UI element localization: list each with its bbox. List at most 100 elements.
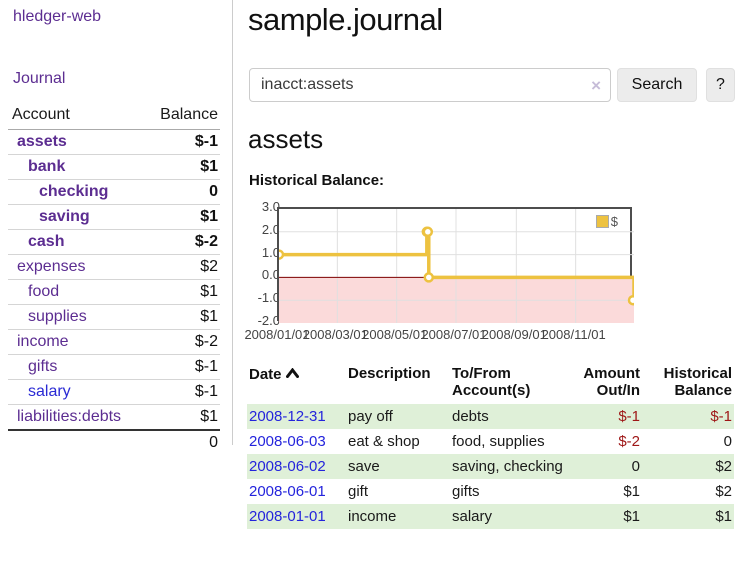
accounts-table-body: assets$-1bank$1checking0saving$1cash$-2e… xyxy=(8,130,220,456)
transaction-date-link[interactable]: 2008-06-02 xyxy=(249,458,326,475)
transaction-balance: $2 xyxy=(642,479,734,504)
account-balance: $1 xyxy=(144,405,221,431)
sidebar-account-row: assets $-1 xyxy=(8,130,220,155)
transaction-accounts: saving, checking xyxy=(450,454,566,479)
transaction-balance: $-1 xyxy=(642,404,734,429)
transaction-accounts: salary xyxy=(450,504,566,529)
legend-swatch-icon xyxy=(596,215,609,228)
sort-asc-icon xyxy=(286,365,299,382)
transaction-description: eat & shop xyxy=(346,429,450,454)
transaction-description: pay off xyxy=(346,404,450,429)
register-table: Date Description To/From Account(s) Amou… xyxy=(247,363,734,529)
sidebar-account-row: income $-2 xyxy=(8,330,220,355)
transaction-amount: $1 xyxy=(566,479,642,504)
transaction-amount: $1 xyxy=(566,504,642,529)
transaction-date-link[interactable]: 2008-01-01 xyxy=(249,508,326,525)
y-tick-label: 2.0 xyxy=(240,222,280,237)
register-row: 2008-06-02 savesaving, checking0$2 xyxy=(247,454,734,479)
register-header-description: Description xyxy=(346,363,450,404)
register-header-accounts: To/From Account(s) xyxy=(450,363,566,404)
sidebar-account-link[interactable]: liabilities:debts xyxy=(17,408,121,425)
register-header-amount: Amount Out/In xyxy=(566,363,642,404)
transaction-description: income xyxy=(346,504,450,529)
transaction-balance: 0 xyxy=(642,429,734,454)
search-box: × xyxy=(249,68,611,102)
chart-legend: $ xyxy=(596,214,618,229)
chart-title: Historical Balance: xyxy=(249,172,384,189)
register-table-body: 2008-12-31pay offdebts$-1$-12008-06-03ea… xyxy=(247,404,734,529)
search-form: × Search ? xyxy=(248,68,734,102)
transaction-date-link[interactable]: 2008-06-01 xyxy=(249,483,326,500)
y-tick-label: -1.0 xyxy=(240,290,280,305)
sidebar-account-link[interactable]: gifts xyxy=(28,358,57,375)
transaction-accounts: food, supplies xyxy=(450,429,566,454)
transaction-date-link[interactable]: 2008-06-03 xyxy=(249,433,326,450)
app-brand-link[interactable]: hledger-web xyxy=(13,8,101,26)
account-balance: $-2 xyxy=(144,230,221,255)
sidebar-account-link[interactable]: bank xyxy=(28,158,65,175)
sidebar-account-link[interactable]: expenses xyxy=(17,258,86,275)
transaction-description: gift xyxy=(346,479,450,504)
transaction-balance: $1 xyxy=(642,504,734,529)
sidebar-account-link[interactable]: supplies xyxy=(28,308,87,325)
sidebar-account-link[interactable]: income xyxy=(17,333,69,350)
account-balance: $1 xyxy=(144,205,221,230)
account-balance: $1 xyxy=(144,155,221,180)
account-balance: $-1 xyxy=(144,380,221,405)
register-row: 2008-12-31pay offdebts$-1$-1 xyxy=(247,404,734,429)
accounts-total-row: 0 xyxy=(8,430,220,455)
account-balance: $1 xyxy=(144,305,221,330)
sidebar-account-row: saving $1 xyxy=(8,205,220,230)
register-row: 2008-01-01incomesalary$1$1 xyxy=(247,504,734,529)
y-tick-label: 3.0 xyxy=(240,199,280,214)
account-balance: 0 xyxy=(144,180,221,205)
sidebar-account-row: cash $-2 xyxy=(8,230,220,255)
search-button[interactable]: Search xyxy=(617,68,697,102)
register-header-date[interactable]: Date xyxy=(247,363,346,404)
register-row: 2008-06-03 eat & shopfood, supplies$-20 xyxy=(247,429,734,454)
sidebar: hledger-web Journal Account Balance asse… xyxy=(0,0,233,445)
account-balance: $-1 xyxy=(144,355,221,380)
sidebar-account-row: salary $-1 xyxy=(8,380,220,405)
sidebar-account-link[interactable]: food xyxy=(28,283,59,300)
sidebar-account-row: food $1 xyxy=(8,280,220,305)
transaction-amount: 0 xyxy=(566,454,642,479)
y-tick-label: 1.0 xyxy=(240,245,280,260)
transaction-amount: $-2 xyxy=(566,429,642,454)
transaction-balance: $2 xyxy=(642,454,734,479)
sidebar-account-link[interactable]: cash xyxy=(28,233,64,250)
register-header-balance: Historical Balance xyxy=(642,363,734,404)
sidebar-account-row: checking 0 xyxy=(8,180,220,205)
clear-search-icon[interactable]: × xyxy=(591,76,601,96)
x-tick-label: 2008/11/01 xyxy=(539,327,609,342)
sidebar-account-row: bank $1 xyxy=(8,155,220,180)
help-button[interactable]: ? xyxy=(706,68,735,102)
chart-canvas xyxy=(279,209,634,323)
page-title: sample.journal xyxy=(248,2,443,38)
legend-label: $ xyxy=(611,214,618,229)
accounts-total-value: 0 xyxy=(144,430,221,455)
account-balance: $-2 xyxy=(144,330,221,355)
sidebar-account-link[interactable]: saving xyxy=(39,208,90,225)
sidebar-account-link[interactable]: assets xyxy=(17,133,67,150)
chart-plot-area: $ xyxy=(277,207,632,321)
transaction-description: save xyxy=(346,454,450,479)
search-input[interactable] xyxy=(250,69,610,101)
transaction-date-link[interactable]: 2008-12-31 xyxy=(249,408,326,425)
account-heading: assets xyxy=(248,124,323,155)
sidebar-account-link[interactable]: salary xyxy=(28,383,71,400)
sidebar-account-row: gifts $-1 xyxy=(8,355,220,380)
register-row: 2008-06-01 giftgifts$1$2 xyxy=(247,479,734,504)
accounts-header-balance: Balance xyxy=(144,103,221,130)
sidebar-account-row: expenses$2 xyxy=(8,255,220,280)
transaction-accounts: debts xyxy=(450,404,566,429)
accounts-header-account: Account xyxy=(8,103,144,130)
account-balance: $-1 xyxy=(144,130,221,155)
account-balance: $1 xyxy=(144,280,221,305)
sidebar-account-row: liabilities:debts $1 xyxy=(8,405,220,431)
transaction-accounts: gifts xyxy=(450,479,566,504)
sidebar-item-journal[interactable]: Journal xyxy=(13,70,65,88)
historical-balance-chart: 3.02.01.00.0-1.0-2.0 $ 2008/01/012008/03… xyxy=(248,200,742,345)
sidebar-account-link[interactable]: checking xyxy=(39,183,108,200)
sidebar-account-row: supplies $1 xyxy=(8,305,220,330)
